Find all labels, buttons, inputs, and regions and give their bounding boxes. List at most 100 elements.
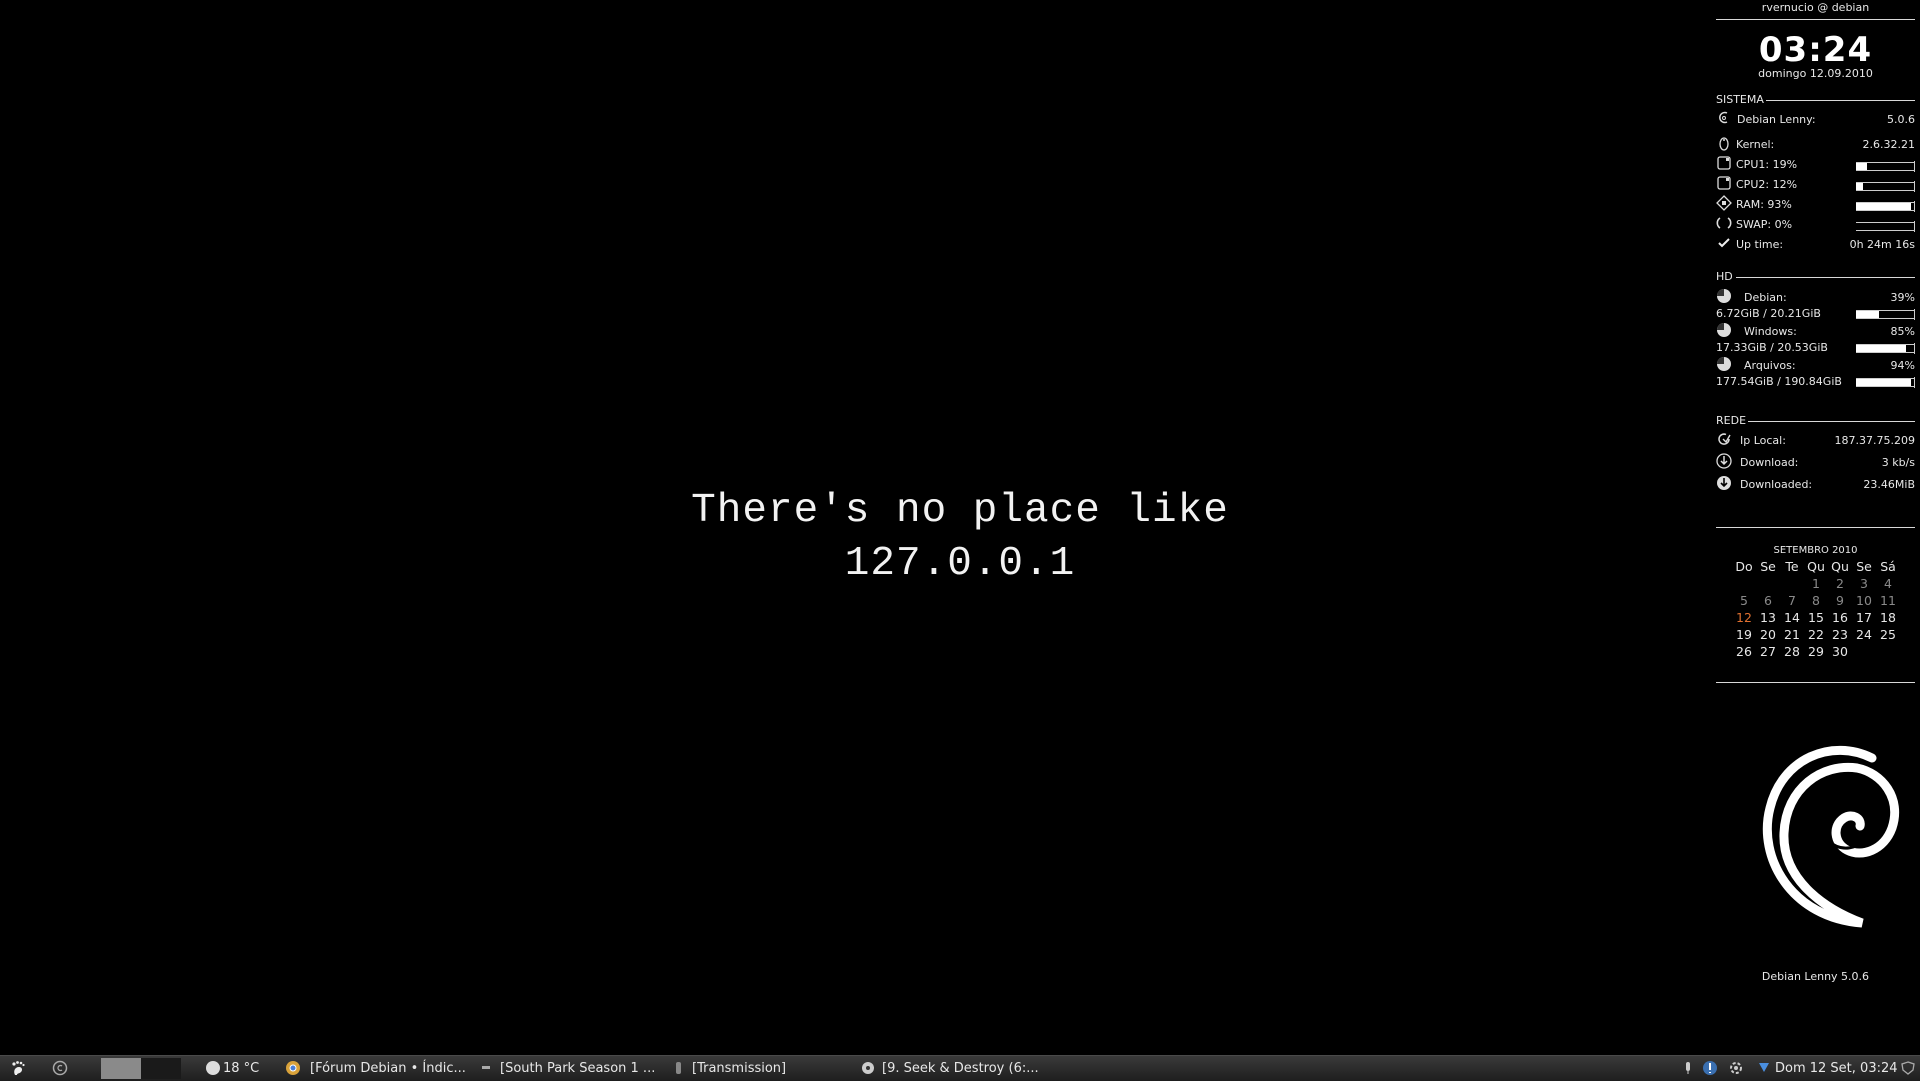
calendar-title: SETEMBRO 2010 (1773, 545, 1858, 556)
taskbar-window-transmission[interactable]: [Transmission] (670, 1056, 860, 1081)
clock-text: Dom 12 Set, 03:24 (1775, 1061, 1898, 1076)
taskbar-clock[interactable]: Dom 12 Set, 03:24 (1756, 1056, 1898, 1081)
calendar-day: 24 (1856, 627, 1872, 642)
calendar-day: 6 (1764, 593, 1772, 608)
network-settings-icon[interactable] (1728, 1060, 1744, 1076)
desktop-slogan-line1: There's no place like (691, 488, 1229, 534)
row-ram: RAM: 93% (1716, 195, 1915, 213)
taskbar-window-southpark[interactable]: [South Park Season 1 ... (480, 1056, 670, 1081)
check-icon (1718, 238, 1730, 248)
calendar-day (1876, 643, 1900, 660)
row-label: CPU2: 12% (1736, 178, 1798, 191)
bar-fill (1856, 379, 1912, 386)
calendar-day: 18 (1880, 610, 1896, 625)
disk-pie-icon (1717, 357, 1731, 371)
bar-fill (1856, 345, 1907, 352)
update-notifier-icon[interactable] (1702, 1060, 1718, 1076)
menu-button[interactable] (8, 1056, 30, 1081)
refresh-icon (1718, 433, 1731, 445)
debian-launcher[interactable] (50, 1056, 72, 1081)
divider (1766, 100, 1915, 101)
calendar-week: 5 6 7 8 9 10 11 (1732, 592, 1900, 609)
weather-applet[interactable]: 18 °C (205, 1056, 259, 1081)
row-cpu1: CPU1: 19% (1716, 155, 1915, 173)
chrome-icon (286, 1061, 300, 1075)
folder-icon (482, 1066, 490, 1069)
divider (1748, 421, 1915, 422)
calendar-day: 9 (1836, 593, 1844, 608)
bar-cap (1914, 201, 1915, 212)
calendar-day: 17 (1856, 610, 1872, 625)
calendar-day: 28 (1784, 644, 1800, 659)
ram-icon (1716, 195, 1732, 211)
disk-arquivos-bar (1856, 377, 1915, 388)
disk-arquivos: Arquivos: 94% (1716, 356, 1915, 374)
workspace-2[interactable] (141, 1058, 181, 1079)
calendar-day: 5 (1740, 593, 1748, 608)
divider (1716, 682, 1915, 683)
taskbar-window-music[interactable]: [9. Seek & Destroy (6:... (860, 1056, 1050, 1081)
calendar-week: 19 20 21 22 23 24 25 (1732, 626, 1900, 643)
workspace-1[interactable] (101, 1058, 141, 1079)
row-value: 23.46MiB (1863, 478, 1915, 491)
calendar-day: 10 (1856, 593, 1872, 608)
disk-windows: Windows: 85% (1716, 322, 1915, 340)
swap-bar (1856, 221, 1915, 232)
row-kernel: Kernel: 2.6.32.21 (1716, 135, 1915, 153)
calendar-day: 11 (1880, 593, 1896, 608)
ram-bar (1856, 201, 1915, 212)
bar-fill (1856, 183, 1864, 190)
calendar-day: 22 (1808, 627, 1824, 642)
row-label: Kernel: (1736, 138, 1775, 151)
calendar-day: 8 (1812, 593, 1820, 608)
cpu2-bar (1856, 181, 1915, 192)
taskbar-window-forum[interactable]: [Fórum Debian • Índic... (285, 1056, 475, 1081)
microphone-icon[interactable] (1680, 1060, 1696, 1076)
divider (1716, 19, 1915, 20)
row-cpu2: CPU2: 12% (1716, 175, 1915, 193)
bar-fill (1856, 163, 1868, 170)
disk-percent: 39% (1890, 291, 1915, 304)
calendar-day: 25 (1880, 627, 1896, 642)
weather-moon-icon (206, 1061, 220, 1075)
row-label: Download: (1740, 456, 1799, 469)
calendar-day: 26 (1736, 644, 1752, 659)
calendar-day: 7 (1788, 593, 1796, 608)
disk-debian-bar (1856, 309, 1915, 320)
calendar-day: 13 (1760, 610, 1776, 625)
calendar-day: 19 (1736, 627, 1752, 642)
calendar-day: 4 (1884, 576, 1892, 591)
section-heading-hd: HD (1716, 270, 1733, 283)
bar-cap (1914, 309, 1915, 320)
disk-label: Debian: (1744, 291, 1787, 304)
calendar-day (1780, 575, 1804, 592)
shield-icon[interactable] (1900, 1060, 1916, 1076)
cpu-icon (1717, 176, 1731, 190)
disk-percent: 94% (1890, 359, 1915, 372)
row-label: Ip Local: (1740, 434, 1786, 447)
weekday: Se (1760, 559, 1776, 574)
bar-cap (1914, 181, 1915, 192)
calendar-week: 12 13 14 15 16 17 18 (1732, 609, 1900, 626)
row-label: Debian Lenny: (1737, 113, 1816, 126)
download-icon (1716, 453, 1732, 469)
row-downloaded: Downloaded: 23.46MiB (1716, 475, 1915, 493)
calendar-weekdays: Do Se Te Qu Qu Se Sá (1732, 558, 1900, 575)
row-swap: SWAP: 0% (1716, 215, 1915, 233)
disk-percent: 85% (1890, 325, 1915, 338)
calendar-day (1756, 575, 1780, 592)
section-heading-rede: REDE (1716, 414, 1747, 427)
bar-cap (1914, 343, 1915, 354)
tux-icon (1719, 137, 1729, 151)
row-uptime: Up time: 0h 24m 16s (1716, 235, 1915, 253)
bar-cap (1914, 377, 1915, 388)
weather-temp: 18 °C (223, 1061, 260, 1076)
row-label: CPU1: 19% (1736, 158, 1798, 171)
row-download: Download: 3 kb/s (1716, 453, 1915, 471)
row-value: 2.6.32.21 (1862, 138, 1915, 151)
disk-usage: 17.33GiB / 20.53GiB (1716, 341, 1828, 354)
downloaded-icon (1717, 476, 1731, 490)
divider (1736, 277, 1915, 278)
window-title: [Fórum Debian • Índic... (310, 1061, 466, 1076)
calendar-day: 29 (1808, 644, 1824, 659)
